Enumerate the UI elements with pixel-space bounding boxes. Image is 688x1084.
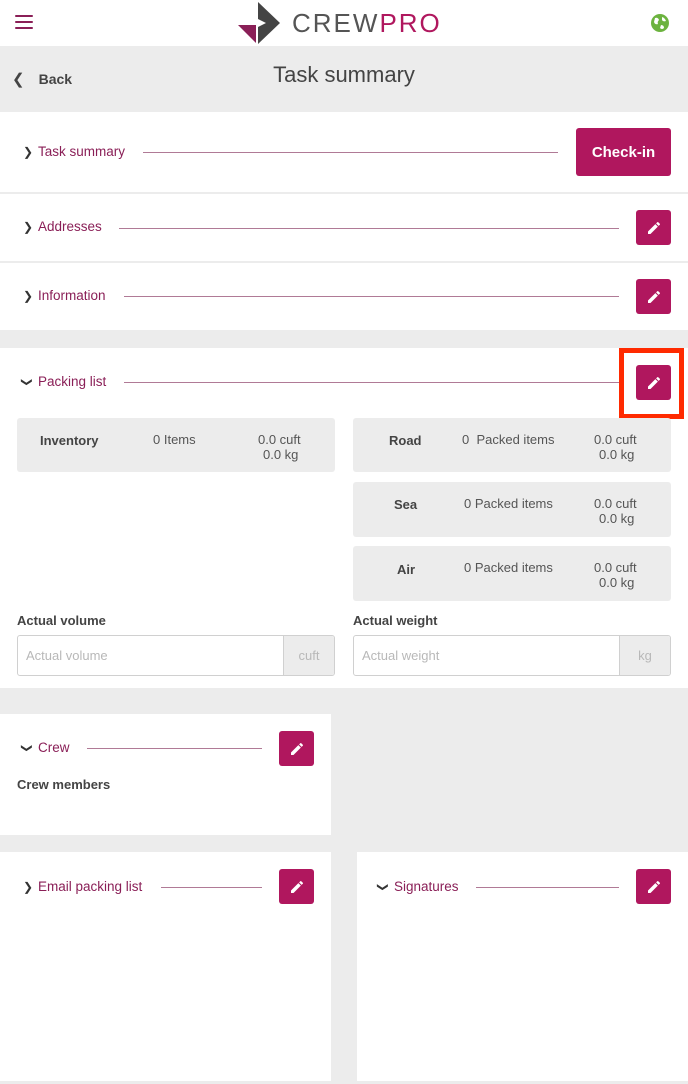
globe-icon[interactable] [650, 13, 670, 33]
edit-addresses-button[interactable] [636, 210, 671, 245]
actual-weight-input[interactable] [354, 636, 619, 675]
hamburger-menu-icon[interactable] [15, 15, 33, 29]
crew-title: Crew [38, 740, 70, 755]
inventory-card: Inventory 0 Items 0.0 cuft 0.0 kg [17, 418, 335, 472]
signatures-title: Signatures [394, 879, 459, 894]
information-toggle[interactable]: ❯ Information [23, 288, 106, 303]
sea-label: Sea [394, 497, 418, 512]
air-card: Air 0 Packed items 0.0 cuft 0.0 kg [353, 546, 671, 601]
edit-crew-button[interactable] [279, 731, 314, 766]
pencil-icon [290, 880, 303, 893]
inventory-volume: 0.0 cuft [258, 432, 301, 447]
air-volume: 0.0 cuft [594, 560, 637, 575]
divider-line [476, 887, 619, 888]
chevron-right-icon: ❯ [23, 288, 34, 303]
divider-line [87, 748, 262, 749]
road-packed: 0 Packed items [462, 432, 555, 447]
divider-line [124, 296, 619, 297]
road-volume: 0.0 cuft [594, 432, 637, 447]
divider-line [161, 887, 262, 888]
inventory-label: Inventory [40, 433, 99, 448]
edit-information-button[interactable] [636, 279, 671, 314]
logo-mark-icon [238, 2, 280, 44]
sea-packed: 0 Packed items [464, 496, 553, 511]
crew-toggle[interactable]: ❯ Crew [20, 740, 70, 755]
pencil-icon [290, 742, 303, 755]
pencil-icon [647, 221, 660, 234]
edit-email-packing-list-button[interactable] [279, 869, 314, 904]
weight-unit: kg [619, 636, 670, 675]
sea-card: Sea 0 Packed items 0.0 cuft 0.0 kg [353, 482, 671, 537]
pencil-icon [647, 376, 660, 389]
sea-volume: 0.0 cuft [594, 496, 637, 511]
inventory-items: 0 Items [153, 432, 196, 447]
email-packing-list-title: Email packing list [38, 879, 143, 894]
inventory-weight: 0.0 kg [263, 447, 299, 462]
chevron-right-icon: ❯ [23, 879, 34, 894]
task-summary-title: Task summary [38, 144, 126, 159]
pencil-icon [647, 290, 660, 303]
edit-packing-list-button[interactable] [636, 365, 671, 400]
chevron-right-icon: ❯ [23, 219, 34, 234]
air-label: Air [397, 562, 416, 577]
divider-line [143, 152, 558, 153]
addresses-toggle[interactable]: ❯ Addresses [23, 219, 102, 234]
actual-weight-field: kg [353, 635, 671, 676]
divider-line [124, 382, 619, 383]
app-logo: CREWPRO [236, 0, 442, 46]
actual-volume-input[interactable] [18, 636, 283, 675]
email-packing-list-toggle[interactable]: ❯ Email packing list [23, 879, 142, 894]
edit-signatures-button[interactable] [636, 869, 671, 904]
air-weight: 0.0 kg [599, 575, 635, 590]
information-title: Information [38, 288, 106, 303]
volume-unit: cuft [283, 636, 334, 675]
pencil-icon [647, 880, 660, 893]
task-summary-toggle[interactable]: ❯ Task summary [23, 144, 125, 159]
actual-weight-label: Actual weight [353, 613, 438, 628]
actual-volume-field: cuft [17, 635, 335, 676]
divider-line [119, 228, 619, 229]
air-packed: 0 Packed items [464, 560, 553, 575]
crew-members-label: Crew members [17, 777, 111, 792]
packing-list-toggle[interactable]: ❯ Packing list [20, 374, 107, 389]
brand-crew: CREW [292, 7, 380, 38]
check-in-button[interactable]: Check-in [576, 128, 671, 176]
signatures-toggle[interactable]: ❯ Signatures [376, 879, 459, 894]
addresses-title: Addresses [38, 219, 102, 234]
actual-volume-label: Actual volume [17, 613, 106, 628]
road-card: Road 0 Packed items 0.0 cuft 0.0 kg [353, 418, 671, 472]
chevron-down-icon: ❯ [376, 882, 389, 892]
sea-weight: 0.0 kg [599, 511, 635, 526]
chevron-down-icon: ❯ [20, 377, 33, 387]
chevron-down-icon: ❯ [20, 743, 33, 753]
page-title: Task summary [273, 62, 415, 87]
chevron-right-icon: ❯ [23, 144, 34, 159]
packing-list-title: Packing list [38, 374, 107, 389]
road-label: Road [389, 433, 422, 448]
road-weight: 0.0 kg [599, 447, 635, 462]
brand-pro: PRO [379, 7, 442, 38]
